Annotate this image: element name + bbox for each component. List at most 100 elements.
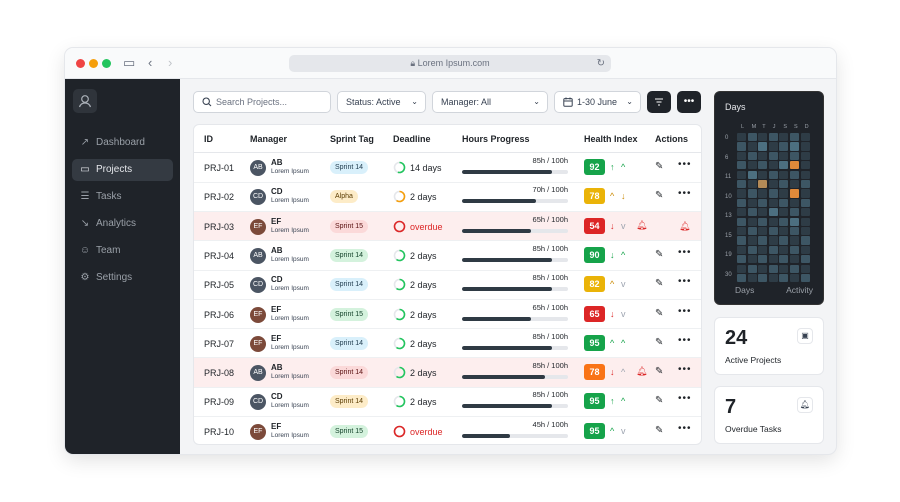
maximize-window-icon[interactable] — [102, 59, 111, 68]
table-row[interactable]: PRJ-04 AB AB Lorem Ipsum Sprint 14 2 days 85h … — [194, 241, 701, 271]
heatmap-cell[interactable] — [800, 217, 810, 226]
heatmap-cell[interactable] — [768, 274, 778, 283]
heatmap-cell[interactable] — [790, 274, 799, 283]
heatmap-cell[interactable] — [737, 255, 746, 264]
heatmap-cell[interactable] — [737, 217, 746, 226]
heatmap-cell[interactable] — [779, 198, 789, 207]
heatmap-cell[interactable] — [800, 189, 810, 198]
forward-icon[interactable]: › — [168, 56, 172, 70]
close-window-icon[interactable] — [76, 59, 85, 68]
heatmap-cell[interactable] — [790, 255, 799, 264]
heatmap-cell[interactable] — [747, 198, 757, 207]
header-hours[interactable]: Hours Progress — [462, 134, 530, 144]
heatmap-cell[interactable] — [779, 208, 789, 217]
sprint-tag[interactable]: Sprint 14 — [330, 161, 369, 174]
heatmap-cell[interactable] — [737, 170, 746, 179]
heatmap-cell[interactable] — [758, 189, 768, 198]
heatmap-cell[interactable] — [768, 180, 778, 189]
heatmap-cell[interactable] — [758, 227, 768, 236]
heatmap-cell[interactable] — [800, 255, 810, 264]
header-manager[interactable]: Manager — [250, 134, 287, 144]
reload-icon[interactable]: ↻ — [597, 55, 605, 72]
table-row[interactable]: PRJ-07 EF EF Lorem Ipsum Sprint 14 2 days 85h … — [194, 329, 701, 359]
heatmap-cell[interactable] — [779, 180, 789, 189]
heatmap-cell[interactable] — [758, 245, 768, 254]
heatmap-cell[interactable] — [747, 189, 757, 198]
sidebar-item-dashboard[interactable]: ↗ Dashboard — [72, 132, 173, 154]
table-row[interactable]: PRJ-08 AB AB Lorem Ipsum Sprint 14 2 days 85h … — [194, 358, 701, 388]
heatmap-cell[interactable] — [737, 274, 746, 283]
header-id[interactable]: ID — [204, 134, 213, 144]
sidebar-item-tasks[interactable]: ☰ Tasks — [72, 186, 173, 208]
sprint-tag[interactable]: Sprint 14 — [330, 278, 369, 292]
heatmap-cell[interactable] — [768, 245, 778, 254]
sprint-tag[interactable]: Sprint 15 — [330, 424, 369, 438]
heatmap-cell[interactable] — [768, 208, 778, 217]
heatmap-cell[interactable] — [747, 208, 757, 217]
heatmap-cell[interactable] — [737, 264, 746, 273]
heatmap-cell[interactable] — [758, 208, 768, 217]
heatmap-cell[interactable] — [779, 255, 789, 264]
heatmap-cell[interactable] — [737, 133, 746, 142]
heatmap-cell[interactable] — [758, 170, 768, 179]
heatmap-cell[interactable] — [758, 198, 768, 207]
row-more-icon[interactable]: ••• — [678, 393, 692, 405]
heatmap-cell[interactable] — [747, 274, 757, 283]
heatmap-cell[interactable] — [800, 133, 810, 142]
table-row[interactable]: PRJ-10 EF EF Lorem Ipsum Sprint 15 overdue 45h… — [194, 417, 701, 444]
heatmap-cell[interactable] — [758, 133, 768, 142]
heatmap-cell[interactable] — [779, 264, 789, 273]
heatmap-cell[interactable] — [758, 264, 768, 273]
heatmap-cell[interactable] — [779, 133, 789, 142]
heatmap-cell[interactable] — [768, 170, 778, 179]
heatmap-cell[interactable] — [758, 236, 768, 245]
heatmap-cell[interactable] — [800, 236, 810, 245]
sprint-tag[interactable]: Sprint 14 — [330, 336, 369, 350]
heatmap-cell[interactable] — [800, 170, 810, 179]
heatmap-cell[interactable] — [800, 142, 810, 151]
heatmap-cell[interactable] — [790, 198, 799, 207]
heatmap-cell[interactable] — [790, 180, 799, 189]
sprint-tag[interactable]: Alpha — [330, 190, 358, 204]
sidebar-item-settings[interactable]: ⚙ Settings — [72, 267, 173, 289]
heatmap-cell[interactable] — [790, 133, 799, 142]
table-row[interactable]: PRJ-06 EF EF Lorem Ipsum Sprint 15 2 days 65h … — [194, 300, 701, 330]
heatmap-cell[interactable] — [758, 142, 768, 151]
row-more-icon[interactable]: ••• — [678, 306, 692, 318]
edit-icon[interactable]: ✎ — [655, 308, 663, 320]
heatmap-cell[interactable] — [790, 208, 799, 217]
sidebar-item-team[interactable]: ☺ Team — [72, 240, 173, 262]
header-deadline[interactable]: Deadline — [393, 134, 431, 144]
edit-icon[interactable]: ✎ — [655, 425, 663, 437]
heatmap-cell[interactable] — [768, 217, 778, 226]
heatmap-cell[interactable] — [768, 227, 778, 236]
row-more-icon[interactable]: ••• — [678, 364, 692, 376]
heatmap-cell[interactable] — [790, 161, 799, 170]
header-health[interactable]: Health Index — [584, 134, 638, 144]
heatmap-cell[interactable] — [779, 189, 789, 198]
row-more-icon[interactable]: ••• — [678, 335, 692, 347]
heatmap-cell[interactable] — [747, 170, 757, 179]
heatmap-cell[interactable] — [768, 236, 778, 245]
heatmap-cell[interactable] — [790, 151, 799, 160]
heatmap-cell[interactable] — [779, 170, 789, 179]
heatmap-cell[interactable] — [737, 245, 746, 254]
table-row[interactable]: PRJ-03 EF EF Lorem Ipsum Sprint 15 overdue 65h… — [194, 211, 701, 242]
notification-bell-icon[interactable]: 🔔︎ — [679, 220, 690, 232]
heatmap-cell[interactable] — [758, 161, 768, 170]
heatmap-cell[interactable] — [737, 151, 746, 160]
row-more-icon[interactable]: ••• — [678, 188, 692, 200]
heatmap-cell[interactable] — [790, 189, 799, 198]
status-select[interactable]: Status: Active ⌄ — [337, 91, 426, 113]
row-more-icon[interactable]: ••• — [678, 159, 692, 171]
edit-icon[interactable]: ✎ — [655, 249, 663, 261]
heatmap-cell[interactable] — [747, 151, 757, 160]
user-avatar-button[interactable] — [73, 89, 97, 113]
date-range-select[interactable]: 1-30 June ⌄ — [554, 91, 641, 113]
edit-icon[interactable]: ✎ — [655, 337, 663, 349]
address-bar[interactable]: 🔒︎ Lorem Ipsum.com ↻ — [289, 55, 611, 72]
heatmap-cell[interactable] — [790, 142, 799, 151]
heatmap-cell[interactable] — [758, 255, 768, 264]
sprint-tag[interactable]: Sprint 14 — [330, 366, 369, 380]
header-sprint[interactable]: Sprint Tag — [330, 134, 374, 144]
